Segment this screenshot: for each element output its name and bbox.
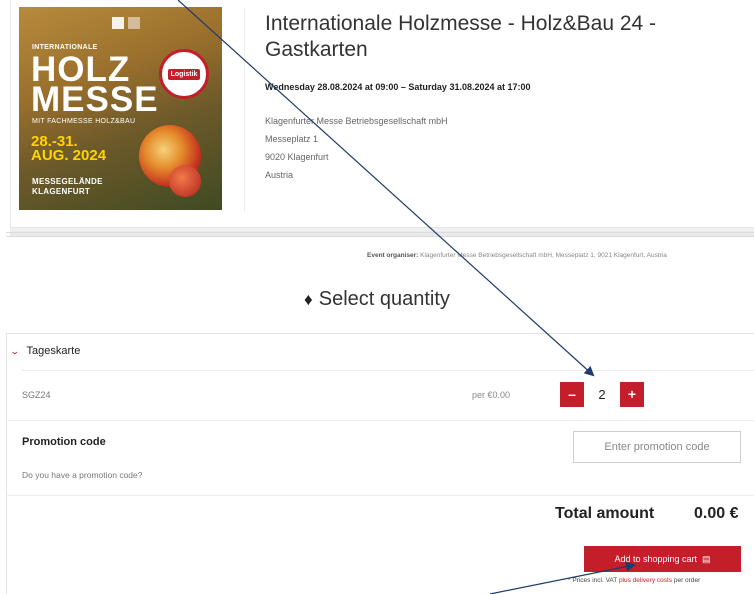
card-stack-edge xyxy=(6,236,754,237)
total-amount-label: Total amount xyxy=(555,505,655,522)
delivery-costs-link[interactable]: plus delivery costs xyxy=(619,577,672,584)
event-poster-image: INTERNATIONALE HOLZ MESSE MIT FACHMESSE … xyxy=(19,7,222,210)
poster-line2: MESSE xyxy=(31,80,159,119)
event-address-line: Austria xyxy=(265,170,294,180)
ticket-sku: SGZ24 xyxy=(22,390,51,400)
event-organiser: Event organiser: Klagenfurter Messe Betr… xyxy=(367,252,667,259)
divider xyxy=(22,370,754,371)
divider xyxy=(244,8,245,212)
chevron-down-icon: ⌄ xyxy=(9,346,21,356)
total-amount-value: 0.00 € xyxy=(694,505,739,522)
event-address-line: Messeplatz 1 xyxy=(265,134,319,144)
quantity-value[interactable]: 2 xyxy=(584,382,620,407)
select-quantity-heading: ♦ Select quantity xyxy=(0,288,754,311)
vat-note: * Prices incl. VAT plus delivery costs p… xyxy=(568,577,700,584)
vat-prefix: * Prices incl. VAT xyxy=(568,577,618,584)
ticket-group-name: Tageskarte xyxy=(26,345,81,357)
decrement-button[interactable]: – xyxy=(560,382,584,407)
add-to-cart-button[interactable]: Add to shopping cart ▤ xyxy=(584,546,741,572)
poster-venue2: KLAGENFURT xyxy=(32,187,91,196)
promotion-code-input[interactable] xyxy=(573,431,741,463)
poster-seal: Logistik xyxy=(159,49,209,99)
ticket-group-toggle[interactable]: ⌄ Tageskarte xyxy=(9,345,81,357)
event-date: Wednesday 28.08.2024 at 09:00 – Saturday… xyxy=(265,82,531,92)
event-address-line: 9020 Klagenfurt xyxy=(265,152,329,162)
vat-suffix: per order xyxy=(673,577,701,584)
poster-logo-icon xyxy=(128,17,140,29)
select-quantity-label: Select quantity xyxy=(318,288,450,310)
card-stack-edge xyxy=(6,232,754,233)
divider xyxy=(6,495,754,496)
poster-seal-text: Logistik xyxy=(167,68,201,80)
event-title: Internationale Holzmesse - Holz&Bau 24 -… xyxy=(265,12,657,61)
promotion-code-label: Promotion code xyxy=(22,436,106,448)
organiser-text: Klagenfurter Messe Betriebsgesellschaft … xyxy=(420,252,667,259)
poster-logo-icon xyxy=(112,17,124,29)
promotion-code-question: Do you have a promotion code? xyxy=(22,470,143,480)
event-address-line: Klagenfurter Messe Betriebsgesellschaft … xyxy=(265,116,448,126)
quantity-stepper: – 2 + xyxy=(560,382,644,407)
shopping-cart-icon: ▤ xyxy=(702,554,711,564)
poster-venue1: MESSEGELÄNDE xyxy=(32,177,103,186)
ticket-price: per €0.00 xyxy=(472,390,511,400)
ticket-icon: ♦ xyxy=(304,290,313,309)
poster-date2: AUG. 2024 xyxy=(31,147,107,164)
poster-apple xyxy=(169,165,201,197)
add-to-cart-label: Add to shopping cart xyxy=(614,554,698,564)
poster-sub: MIT FACHMESSE HOLZ&BAU xyxy=(32,118,136,125)
divider xyxy=(6,420,754,421)
organiser-label: Event organiser: xyxy=(367,252,419,259)
increment-button[interactable]: + xyxy=(620,382,644,407)
